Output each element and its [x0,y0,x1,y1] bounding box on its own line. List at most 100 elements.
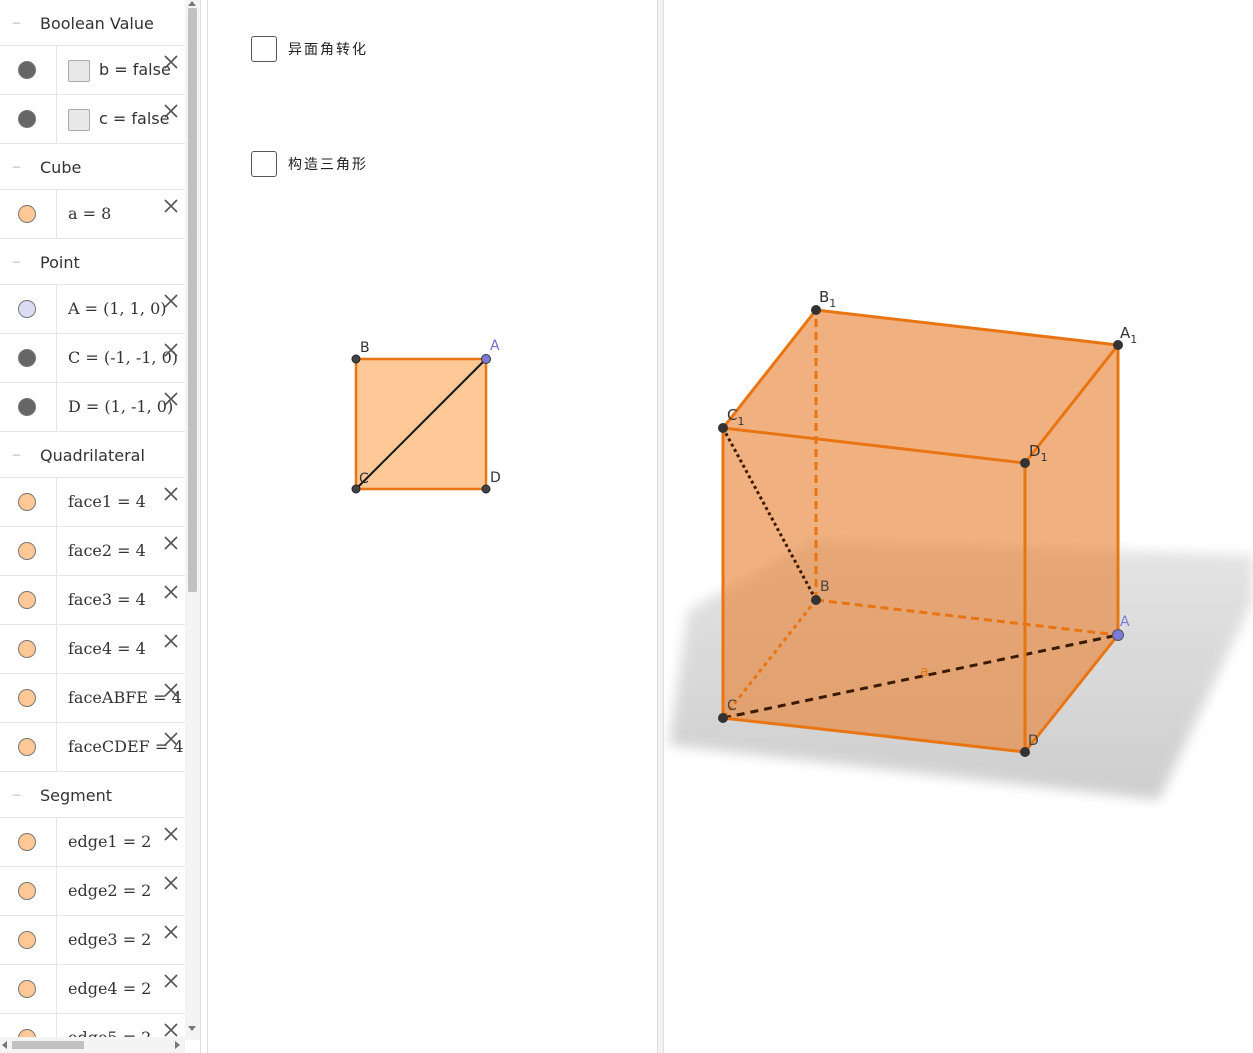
delete-x-icon[interactable] [161,389,181,409]
algebra-item[interactable]: c = false [0,95,185,144]
boolean-checkbox[interactable] [68,60,90,82]
collapse-minus-icon[interactable]: − [10,449,23,462]
visibility-marble-icon[interactable] [18,640,36,658]
graphics-view[interactable]: 异面角转化 构造三角形 B A C D [207,0,658,1053]
algebra-item[interactable]: C = (-1, -1, 0) [0,334,185,383]
visibility-marble-icon[interactable] [18,398,36,416]
delete-x-icon[interactable] [161,484,181,504]
visibility-toggle[interactable] [0,867,57,915]
visibility-toggle[interactable] [0,723,57,771]
algebra-expression[interactable]: c = false [99,109,169,128]
delete-x-icon[interactable] [161,101,181,121]
visibility-marble-icon[interactable] [18,882,36,900]
hscrollbar-thumb[interactable] [12,1041,84,1049]
collapse-minus-icon[interactable]: − [10,17,23,30]
algebra-item[interactable]: edge2 = 2 [0,867,185,916]
point-C1[interactable] [718,423,728,433]
point-B[interactable] [351,354,361,364]
scroll-left-arrow-icon[interactable] [2,1041,7,1049]
delete-x-icon[interactable] [161,971,181,991]
group-header[interactable]: − Point [0,239,185,285]
boolean-checkbox[interactable] [68,109,90,131]
algebra-item[interactable]: faceABFE = 4 [0,674,185,723]
algebra-item[interactable]: b = false [0,46,185,95]
visibility-marble-icon[interactable] [18,61,36,79]
visibility-toggle[interactable] [0,95,57,143]
delete-x-icon[interactable] [161,631,181,651]
cube-face-front[interactable] [723,428,1025,752]
visibility-marble-icon[interactable] [18,349,36,367]
algebra-expression[interactable]: a = 8 [68,204,111,223]
algebra-item[interactable]: edge1 = 2 [0,818,185,867]
visibility-toggle[interactable] [0,527,57,575]
scroll-down-arrow-icon[interactable] [188,1026,196,1031]
visibility-toggle[interactable] [0,674,57,722]
visibility-marble-icon[interactable] [18,300,36,318]
algebra-expression[interactable]: face3 = 4 [68,590,146,609]
delete-x-icon[interactable] [161,873,181,893]
visibility-marble-icon[interactable] [18,738,36,756]
visibility-toggle[interactable] [0,285,57,333]
point-B1[interactable] [811,305,821,315]
point-A[interactable] [481,354,491,364]
scroll-up-arrow-icon[interactable] [188,1,196,6]
point-B[interactable] [811,595,821,605]
point-D[interactable] [481,484,491,494]
point-C[interactable] [718,713,728,723]
delete-x-icon[interactable] [161,680,181,700]
algebra-horizontal-scrollbar[interactable] [0,1037,185,1053]
visibility-marble-icon[interactable] [18,931,36,949]
algebra-item[interactable]: face4 = 4 [0,625,185,674]
algebra-item[interactable]: face3 = 4 [0,576,185,625]
visibility-marble-icon[interactable] [18,110,36,128]
algebra-item[interactable]: face2 = 4 [0,527,185,576]
visibility-marble-icon[interactable] [18,833,36,851]
scrollbar-thumb[interactable] [188,8,197,592]
scroll-right-arrow-icon[interactable] [175,1041,180,1049]
visibility-toggle[interactable] [0,334,57,382]
algebra-expression[interactable]: face2 = 4 [68,541,146,560]
graphics-3d-view[interactable]: B1 A1 C1 D1 B A C D a [664,0,1253,1053]
visibility-marble-icon[interactable] [18,591,36,609]
algebra-item[interactable]: D = (1, -1, 0) [0,383,185,432]
algebra-expression[interactable]: edge3 = 2 [68,930,151,949]
algebra-item[interactable]: a = 8 [0,190,185,239]
collapse-minus-icon[interactable]: − [10,789,23,802]
visibility-toggle[interactable] [0,625,57,673]
algebra-expression[interactable]: edge4 = 2 [68,979,151,998]
visibility-toggle[interactable] [0,383,57,431]
delete-x-icon[interactable] [161,533,181,553]
point-A[interactable] [1112,629,1124,641]
collapse-minus-icon[interactable]: − [10,161,23,174]
visibility-toggle[interactable] [0,818,57,866]
algebra-item[interactable]: A = (1, 1, 0) [0,285,185,334]
algebra-item[interactable]: faceCDEF = 4 [0,723,185,772]
algebra-item[interactable]: edge4 = 2 [0,965,185,1014]
group-header[interactable]: − Cube [0,144,185,190]
delete-x-icon[interactable] [161,922,181,942]
algebra-expression[interactable]: D = (1, -1, 0) [68,397,173,416]
visibility-toggle[interactable] [0,46,57,94]
visibility-marble-icon[interactable] [18,205,36,223]
delete-x-icon[interactable] [161,824,181,844]
visibility-marble-icon[interactable] [18,980,36,998]
delete-x-icon[interactable] [161,291,181,311]
visibility-toggle[interactable] [0,576,57,624]
visibility-marble-icon[interactable] [18,542,36,560]
algebra-item[interactable]: face1 = 4 [0,478,185,527]
group-header[interactable]: − Boolean Value [0,0,185,46]
delete-x-icon[interactable] [161,729,181,749]
algebra-expression[interactable]: face1 = 4 [68,492,146,511]
algebra-vertical-scrollbar[interactable] [185,0,200,1040]
visibility-marble-icon[interactable] [18,493,36,511]
visibility-toggle[interactable] [0,478,57,526]
algebra-expression[interactable]: A = (1, 1, 0) [68,299,167,318]
visibility-toggle[interactable] [0,916,57,964]
algebra-item[interactable]: edge3 = 2 [0,916,185,965]
delete-x-icon[interactable] [161,340,181,360]
view-divider[interactable] [657,0,664,1053]
delete-x-icon[interactable] [161,196,181,216]
delete-x-icon[interactable] [161,52,181,72]
group-header[interactable]: − Quadrilateral [0,432,185,478]
algebra-expression[interactable]: edge2 = 2 [68,881,151,900]
